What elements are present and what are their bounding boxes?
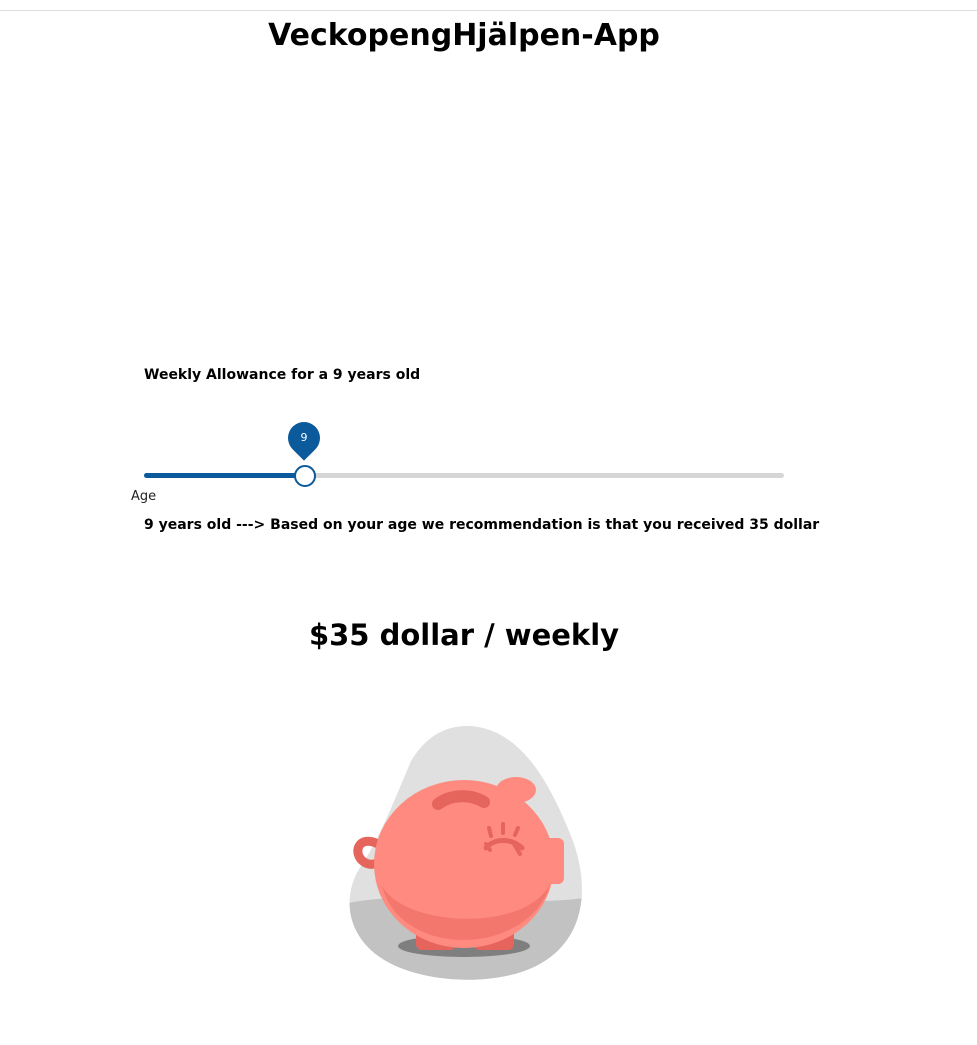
slider-label: Age <box>131 489 157 504</box>
slider-track-fill <box>144 473 304 478</box>
slider-value-label: 9 <box>300 431 308 444</box>
slider-track[interactable] <box>144 473 784 478</box>
age-slider[interactable]: 9 <box>144 415 784 488</box>
piggy-bank-icon <box>336 716 596 988</box>
weekly-amount: $35 dollar / weekly <box>308 618 620 652</box>
recommendation-text: 9 years old ---> Based on your age we re… <box>144 517 820 533</box>
top-divider <box>0 10 977 11</box>
allowance-heading: Weekly Allowance for a 9 years old <box>144 367 421 383</box>
app-title: VeckopengHjälpen-App <box>268 18 660 53</box>
slider-thumb[interactable] <box>294 465 316 487</box>
